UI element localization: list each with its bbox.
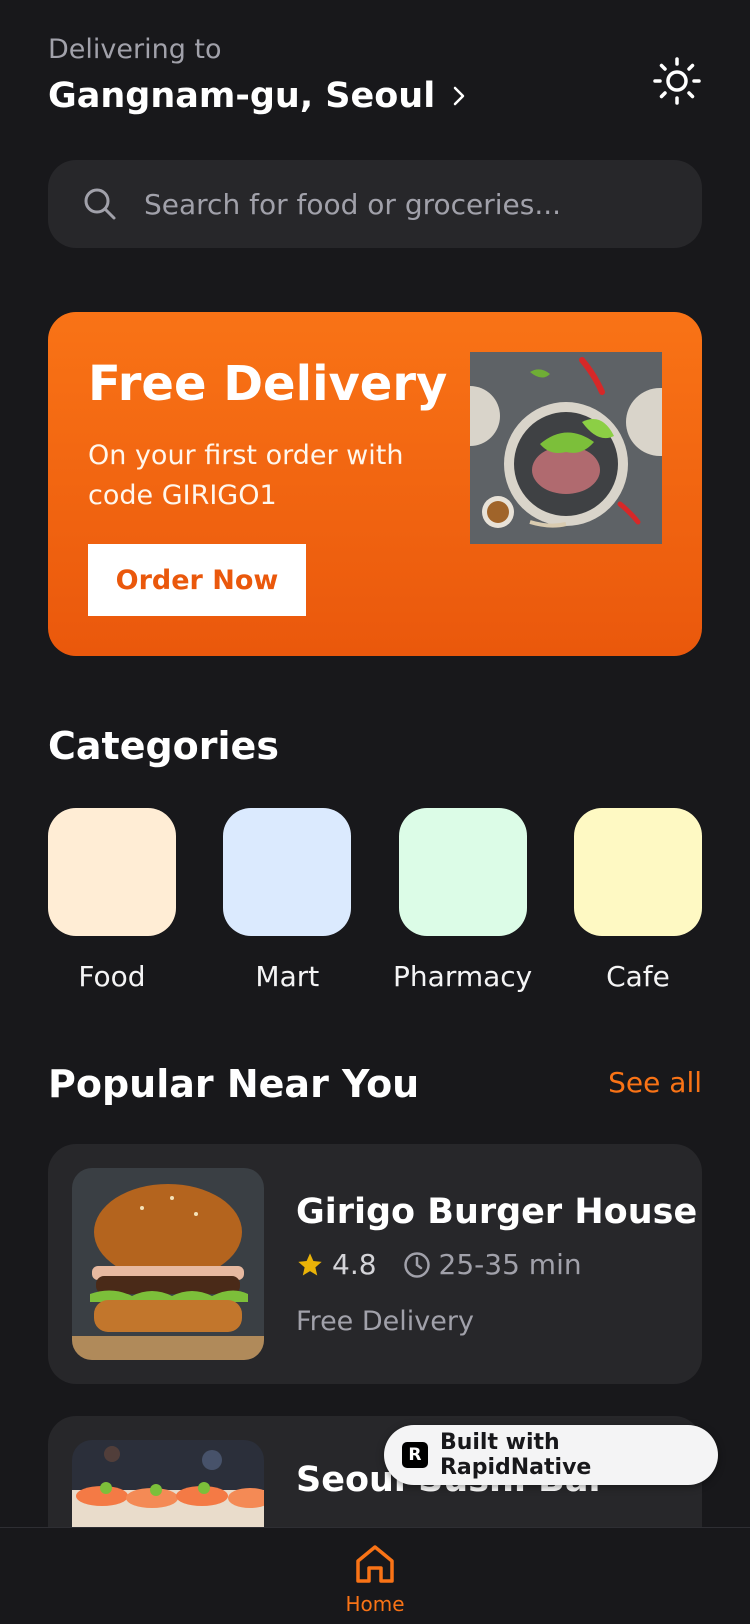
category-tile (223, 808, 352, 936)
category-cafe[interactable]: Cafe (573, 808, 702, 993)
sun-icon[interactable] (652, 56, 702, 106)
sushi-image (72, 1440, 264, 1530)
chevron-right-icon (453, 87, 465, 106)
category-tile (48, 808, 176, 936)
rapidnative-logo-icon: R (402, 1442, 428, 1468)
promo-subtitle: On your first order with code GIRIGO1 (88, 440, 404, 511)
tab-home-label: Home (345, 1592, 405, 1616)
location-selector[interactable]: Gangnam-gu, Seoul (48, 77, 702, 116)
order-now-button[interactable]: Order Now (88, 544, 306, 616)
header: Delivering to Gangnam-gu, Seoul (48, 36, 702, 126)
bottom-tab-bar: Home (0, 1527, 750, 1624)
promo-banner[interactable]: Free Delivery On your first order with c… (48, 312, 702, 656)
clock-icon (403, 1251, 430, 1278)
restaurant-card[interactable]: Girigo Burger House 4.8 25-35 min Free D… (48, 1144, 702, 1384)
see-all-link[interactable]: See all (608, 1066, 702, 1099)
promo-food-image (470, 352, 662, 544)
delivery-time: 25-35 min (438, 1248, 582, 1281)
delivering-to-label: Delivering to (48, 34, 222, 65)
restaurant-name: Girigo Burger House (296, 1192, 698, 1232)
category-label: Cafe (606, 960, 670, 993)
category-food[interactable]: Food (48, 808, 176, 993)
category-tile (398, 808, 527, 936)
search-icon (84, 188, 116, 220)
categories-row: Food Mart Pharmacy Cafe (48, 808, 702, 993)
badge-text: Built with RapidNative (439, 1430, 592, 1480)
tab-home[interactable]: Home (340, 1542, 410, 1616)
popular-title: Popular Near You (48, 1062, 420, 1106)
categories-title: Categories (48, 724, 279, 768)
promo-title: Free Delivery (88, 356, 448, 412)
location-text: Gangnam-gu, Seoul (48, 76, 436, 116)
rating-value: 4.8 (332, 1248, 377, 1281)
search-input[interactable]: Search for food or groceries... (144, 188, 561, 221)
delivery-fee: Free Delivery (296, 1306, 474, 1337)
star-icon (298, 1252, 322, 1275)
search-bar[interactable]: Search for food or groceries... (48, 160, 702, 248)
category-mart[interactable]: Mart (223, 808, 352, 993)
category-label: Mart (255, 960, 320, 993)
category-label: Pharmacy (393, 960, 533, 993)
built-with-badge[interactable]: R Built with RapidNative (384, 1425, 718, 1485)
category-pharmacy[interactable]: Pharmacy (393, 808, 532, 993)
category-tile (573, 808, 702, 936)
home-icon (356, 1545, 394, 1583)
burger-image (72, 1168, 264, 1360)
restaurant-meta: 4.8 25-35 min (296, 1248, 582, 1281)
category-label: Food (78, 960, 146, 993)
